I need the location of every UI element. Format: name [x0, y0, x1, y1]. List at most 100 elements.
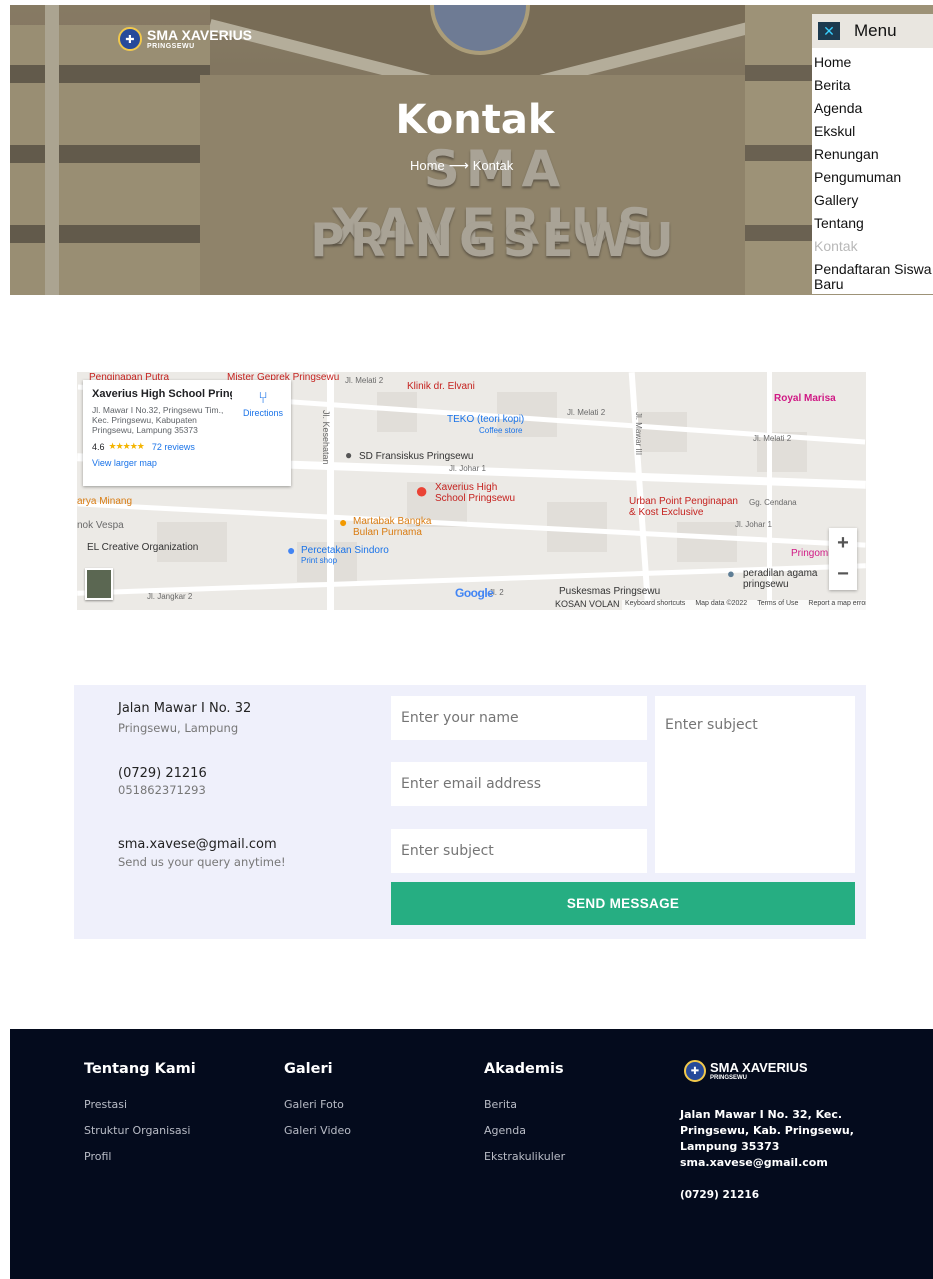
map-label: peradilan agama [743, 568, 818, 579]
close-x-icon[interactable]: ✕ [818, 22, 840, 40]
menu-item-kontak[interactable]: Kontak [814, 235, 933, 258]
contact-section: Jalan Mawar I No. 32 Pringsewu, Lampung … [74, 685, 866, 939]
menu-item-ekskul[interactable]: Ekskul [814, 120, 933, 143]
map-label: Urban Point Penginapan [629, 496, 738, 507]
brand-name: SMA XAVERIUS [147, 27, 253, 43]
school-marker-icon[interactable]: ● [345, 448, 352, 462]
map-label: nok Vespa [77, 520, 124, 531]
phone-line1: (0729) 21216 [118, 766, 207, 781]
school-crest-icon: ✚ [118, 27, 142, 51]
brand-sub: PRINGSEWU [147, 43, 195, 50]
map-label: Gg. Cendana [749, 498, 797, 507]
menu-item-pendaftaran[interactable]: Pendaftaran Siswa Baru [814, 258, 933, 292]
footer-heading: Tentang Kami [84, 1061, 196, 1077]
footer-column-galeri: Galeri Galeri Foto Galeri Video [284, 1061, 351, 1144]
map-label: SD Fransiskus Pringsewu [359, 451, 474, 462]
side-menu: ✕ Menu Home Berita Agenda Ekskul Renunga… [812, 14, 933, 294]
footer-link-ekstrakulikuler[interactable]: Ekstrakulikuler [484, 1144, 565, 1170]
keyboard-shortcuts-link[interactable]: Keyboard shortcuts [625, 600, 685, 610]
directions-button[interactable]: ⑂ Directions [239, 390, 287, 418]
shop-marker-icon[interactable]: ● [287, 542, 295, 558]
contact-phone: (0729) 21216 051862371293 [118, 766, 207, 797]
view-larger-map-link[interactable]: View larger map [92, 458, 282, 468]
restaurant-marker-icon[interactable]: ● [339, 514, 347, 530]
contact-email: sma.xavese@gmail.com Send us your query … [118, 837, 286, 869]
location-pin-icon[interactable]: ● [415, 478, 428, 504]
email-line2: Send us your query anytime! [118, 855, 286, 869]
reviews-link[interactable]: 72 reviews [152, 442, 195, 452]
menu-item-renungan[interactable]: Renungan [814, 143, 933, 166]
footer-link-profil[interactable]: Profil [84, 1144, 196, 1170]
page-title: Kontak [395, 97, 555, 143]
breadcrumb-home-link[interactable]: Home [410, 158, 445, 173]
map-label: Jl. Johar 1 [449, 464, 486, 473]
office-marker-icon[interactable]: ● [727, 566, 735, 581]
map-label: Royal Marisa [774, 393, 836, 404]
zoom-in-button[interactable]: + [829, 528, 857, 559]
map-label: Jl. Melati 2 [753, 434, 792, 443]
menu-item-tentang[interactable]: Tentang [814, 212, 933, 235]
zoom-control: + − [829, 528, 857, 590]
map-label: School Pringsewu [435, 493, 516, 504]
report-error-link[interactable]: Report a map error [808, 600, 866, 610]
email-input[interactable] [391, 762, 647, 806]
header-logo[interactable]: ✚ SMA XAVERIUS PRINGSEWU [118, 27, 252, 51]
subject-input[interactable] [391, 829, 647, 873]
footer-link-agenda[interactable]: Agenda [484, 1118, 565, 1144]
name-input[interactable] [391, 696, 647, 740]
map-label: Pringomb [791, 548, 834, 559]
footer-link-prestasi[interactable]: Prestasi [84, 1092, 196, 1118]
address-line2: Pringsewu, Lampung [118, 721, 239, 735]
map-data-label: Map data ©2022 [695, 600, 748, 607]
terms-link[interactable]: Terms of Use [757, 600, 798, 610]
map-label: Klinik dr. Elvani [407, 381, 475, 392]
send-message-button[interactable]: SEND MESSAGE [391, 882, 855, 925]
place-title: Xaverius High School Pringse... [92, 388, 232, 400]
map-label: Jl. Jangkar 2 [147, 592, 193, 601]
map-attribution: Keyboard shortcuts Map data ©2022 Terms … [622, 600, 866, 610]
rating-value: 4.6 [92, 441, 105, 452]
footer-column-akademis: Akademis Berita Agenda Ekstrakulikuler [484, 1061, 565, 1170]
google-map[interactable]: Penginapan Putra Mister Geprek Pringsewu… [77, 372, 866, 610]
menu-label: Menu [854, 21, 897, 40]
map-label: EL Creative Organization [87, 542, 199, 553]
directions-label: Directions [242, 408, 283, 418]
phone-line2: 051862371293 [118, 783, 206, 797]
footer-email: sma.xavese@gmail.com [680, 1156, 828, 1169]
footer-brand-sub: PRINGSEWU [710, 1075, 748, 1081]
footer: Tentang Kami Prestasi Struktur Organisas… [10, 1029, 933, 1279]
breadcrumb: Home ⟶ Kontak [410, 157, 540, 174]
map-label: TEKO (teori kopi) [447, 414, 525, 425]
footer-column-tentang: Tentang Kami Prestasi Struktur Organisas… [84, 1061, 196, 1170]
zoom-out-button[interactable]: − [829, 559, 857, 590]
message-textarea[interactable] [655, 696, 855, 873]
menu-item-pengumuman[interactable]: Pengumuman [814, 166, 933, 189]
footer-logo[interactable]: ✚ SMA XAVERIUS PRINGSEWU [684, 1060, 808, 1082]
map-label: Jl. Mawar III [634, 412, 643, 456]
map-label: arya Minang [77, 496, 133, 507]
address-line1: Jalan Mawar I No. 32 [118, 701, 252, 716]
menu-item-gallery[interactable]: Gallery [814, 189, 933, 212]
email-line1: sma.xavese@gmail.com [118, 837, 277, 852]
map-label: KOSAN VOLAN [555, 599, 620, 609]
satellite-toggle[interactable] [85, 568, 113, 600]
menu-item-agenda[interactable]: Agenda [814, 97, 933, 120]
directions-icon: ⑂ [258, 390, 268, 407]
place-rating: 4.6 ★★★★★ 72 reviews [92, 441, 282, 452]
menu-item-home[interactable]: Home [814, 51, 933, 74]
footer-link-galeri-video[interactable]: Galeri Video [284, 1118, 351, 1144]
footer-heading: Galeri [284, 1061, 333, 1077]
footer-link-berita[interactable]: Berita [484, 1092, 565, 1118]
map-label: Xaverius High [435, 482, 498, 493]
map-label: Coffee store [479, 426, 523, 435]
map-label: Jl. Melati 2 [567, 408, 606, 417]
footer-link-galeri-foto[interactable]: Galeri Foto [284, 1092, 351, 1118]
map-label: Jl. Melati 2 [345, 376, 384, 385]
map-label: pringsewu [743, 579, 789, 590]
star-rating-icon: ★★★★★ [108, 441, 145, 451]
footer-link-struktur[interactable]: Struktur Organisasi [84, 1118, 196, 1144]
place-address: Jl. Mawar I No.32, Pringsewu Tim., Kec. … [92, 405, 224, 435]
map-label: Bulan Purnama [353, 527, 422, 538]
menu-item-berita[interactable]: Berita [814, 74, 933, 97]
map-label: Martabak Bangka [353, 516, 432, 527]
